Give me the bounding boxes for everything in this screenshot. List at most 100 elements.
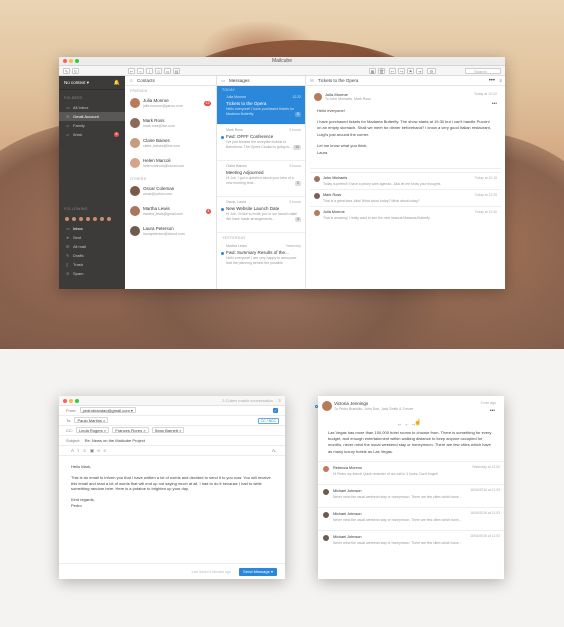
unread-badge: 6 <box>114 132 119 137</box>
thread-reply[interactable]: Michael Johnson 16/04/2016 at 11:03 Never … <box>318 485 504 508</box>
contact-item[interactable]: Mark Ross mark.ross@live.com <box>125 114 216 134</box>
subject-row[interactable]: Subject: Re: News on the Mailcube Projec… <box>59 436 285 446</box>
menu-icon[interactable]: ≡ <box>499 76 502 86</box>
avatar[interactable] <box>99 216 105 222</box>
zoom-window-button[interactable] <box>75 59 79 63</box>
chevron-down-icon: ▾ <box>270 569 273 574</box>
zoom-window-button[interactable] <box>75 399 79 403</box>
close-window-button[interactable] <box>63 399 67 403</box>
message-item[interactable]: Martha Lewis Yesterday Fwd: Summary Resu… <box>217 241 305 271</box>
message-item[interactable]: Julia Monroe 12:22 Tickets to the Opera … <box>217 92 305 125</box>
close-window-button[interactable] <box>63 59 67 63</box>
recipient-chip[interactable]: Frances Flores × <box>112 427 149 433</box>
minimize-window-button[interactable] <box>69 59 73 63</box>
avatar[interactable] <box>106 216 112 222</box>
avatar[interactable] <box>92 216 98 222</box>
message-subject: Meeting Adjourned <box>226 170 264 175</box>
bell-icon[interactable]: 🔔 <box>114 76 120 90</box>
sidebar-item-gmail[interactable]: ✉ Gmail Account <box>59 112 125 121</box>
cc-row[interactable]: CC: Linda Rogers × Frances Flores × Sean… <box>59 426 285 436</box>
folder-icon[interactable]: ▤ <box>173 68 180 74</box>
search-input[interactable]: Search <box>465 68 501 74</box>
avatar <box>130 138 140 148</box>
reply-icon[interactable]: ↩ <box>128 68 135 74</box>
contact-item[interactable]: Helen Marcoli helen.marcoli@icloud.com <box>125 154 216 174</box>
to-row[interactable]: To: Paulo Martins × CC / BCC <box>59 416 285 426</box>
forward-icon[interactable]: ↪ <box>398 68 405 74</box>
message-preview: Hi Joe, I'd like to invite you to our la… <box>226 212 298 221</box>
recipient-chip[interactable]: Linda Rogers × <box>76 427 110 433</box>
trash-icon[interactable]: 🗑 <box>378 68 385 74</box>
thread-count: 4 <box>295 217 301 222</box>
menu-icon[interactable]: ≡ <box>279 396 281 406</box>
emoji-icon[interactable]: ☺ <box>82 448 90 453</box>
contact-item[interactable]: Laura Peterson laurapeterson@icloud.com <box>125 222 216 242</box>
sidebar-item-label: Family <box>73 123 85 128</box>
sidebar-item-all-mail[interactable]: ✉ All mail <box>59 242 125 251</box>
sidebar-item-sent[interactable]: ➤ Sent <box>59 233 125 242</box>
account-switcher[interactable]: No context ▾ 🔔 <box>59 76 125 90</box>
thread-reply[interactable]: Michael Johnson 16/04/2016 at 11:03 Never … <box>318 531 504 554</box>
contact-item[interactable]: Oscar Coleman oscar@yahoo.com <box>125 182 216 202</box>
recipient-chip[interactable]: Paulo Martins × <box>74 417 109 423</box>
from-select[interactable]: pedrobrandao@gmail.com ▾ <box>79 407 136 413</box>
sidebar-item-trash[interactable]: ▯ Trash <box>59 260 125 269</box>
archive-icon[interactable]: ▭ <box>164 68 171 74</box>
compose-body[interactable]: Hello Mark, This is an email to inform y… <box>59 456 285 522</box>
email-card: Julia Monroe To John Michaels, Mark Ross… <box>310 89 501 170</box>
image-icon[interactable]: ▣ <box>90 448 97 453</box>
more-icon[interactable]: ••• <box>489 76 495 86</box>
message-item[interactable]: Mark Ross 5 hours Fwd: OFFF Conference I… <box>217 125 305 161</box>
avatar <box>322 401 332 411</box>
contact-item[interactable]: Julia Monroe julia.monroe@yahoo.com 13 <box>125 94 216 114</box>
thread-reply[interactable]: Rebecca Moreno Yesterday at 12:02 Hi Pedro… <box>318 462 504 485</box>
message-item[interactable]: Claire Baines 5 hours Meeting Adjourned … <box>217 161 305 197</box>
sync-icon[interactable]: ↻ <box>72 68 79 74</box>
thread-reply[interactable]: Michael Johnson 16/04/2016 at 11:03 Never … <box>318 508 504 531</box>
checkbox-icon[interactable]: ✓ <box>273 408 278 413</box>
sidebar-item-all-inbox[interactable]: ▭ All Inbox <box>59 103 125 112</box>
contact-email: laurapeterson@icloud.com <box>143 232 185 236</box>
avatar <box>323 488 329 495</box>
contact-item[interactable]: Claire Baines claire_baines@live.com <box>125 134 216 154</box>
sidebar-item-work[interactable]: ▱ Work 6 <box>59 130 125 139</box>
print-icon[interactable]: ▦ <box>369 68 376 74</box>
reply-icon[interactable]: ↩ <box>389 68 396 74</box>
more-icon[interactable]: ••• <box>492 101 497 107</box>
list-icon[interactable]: ≡ <box>103 448 109 453</box>
thread-reply[interactable]: Mark Ross Today at 12:25 That is a great i… <box>310 189 501 206</box>
tag-icon[interactable]: ◇ <box>155 68 162 74</box>
contact-item[interactable]: Martha Lewis martha_lewis@gmail.com 4 <box>125 202 216 222</box>
sidebar-item-inbox[interactable]: ▭ Inbox <box>59 224 125 233</box>
sidebar-item-drafts[interactable]: ✎ Drafts <box>59 251 125 260</box>
thread-reply[interactable]: Julia Monroe Today at 12:40 That is amazin… <box>310 206 501 223</box>
avatar <box>323 534 329 541</box>
avatar[interactable] <box>64 216 70 222</box>
reply-time: Yesterday at 12:02 <box>471 464 500 469</box>
sidebar-item-spam[interactable]: ⊘ Spam <box>59 269 125 278</box>
message-item[interactable]: Oscar, Laura 5 hours New Website Launch … <box>217 197 305 233</box>
email-time: Today at 12:22 <box>474 92 497 96</box>
more-icon[interactable]: ••• <box>490 408 495 414</box>
compose-title-bar: 3 Cubes match conversation ≡ <box>59 396 285 406</box>
signature-icon[interactable]: A̶ <box>272 446 275 456</box>
cc-bcc-button[interactable]: CC / BCC <box>257 418 279 424</box>
recipient-chip[interactable]: Sean Barnett × <box>151 427 185 433</box>
avatar[interactable] <box>85 216 91 222</box>
format-toolbar: A⌇☺▣∞≡ A̶ <box>59 446 285 456</box>
avatar[interactable] <box>78 216 84 222</box>
sidebar-item-family[interactable]: ▱ Family <box>59 121 125 130</box>
thread-reply[interactable]: John Michaels Today at 10:15 Today is perf… <box>310 172 501 189</box>
settings-icon[interactable]: ⚙ <box>427 68 436 74</box>
flag-icon[interactable]: ⚑ <box>407 68 414 74</box>
reader-subject: Tickets to the Opera <box>318 78 359 83</box>
group-label: FRIENDS <box>130 89 148 93</box>
attach-icon[interactable]: ⌇ <box>146 68 153 74</box>
reply-all-icon[interactable]: « <box>137 68 144 74</box>
compose-icon[interactable]: ✎ <box>63 68 70 74</box>
send-button[interactable]: Send Message ▾ <box>239 568 277 576</box>
avatar[interactable] <box>71 216 77 222</box>
minimize-window-button[interactable] <box>69 399 73 403</box>
move-icon[interactable]: ⇥ <box>416 68 423 74</box>
subject-input[interactable]: Re: News on the Mailcube Project <box>85 438 145 443</box>
